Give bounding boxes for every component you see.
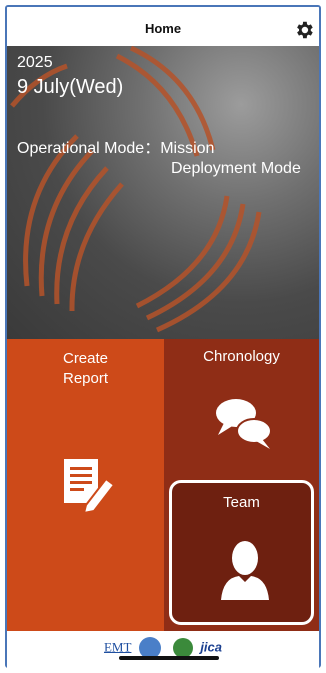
- gear-icon[interactable]: [293, 19, 315, 41]
- year-text: 2025: [17, 54, 53, 71]
- home-indicator: [119, 656, 219, 660]
- globe-logo-icon: [172, 638, 193, 658]
- date-text: 9 July(Wed): [17, 76, 124, 98]
- page-title: Home: [144, 21, 182, 36]
- create-report-label-2: Report: [62, 370, 109, 387]
- team-tile[interactable]: Team: [164, 475, 319, 631]
- create-report-label-1: Create: [62, 350, 109, 367]
- person-icon: [221, 541, 269, 600]
- chronology-tile[interactable]: Chronology: [164, 339, 319, 475]
- chronology-label: Chronology: [203, 348, 280, 365]
- report-edit-icon: [64, 459, 116, 513]
- emt-logo: EMT: [103, 639, 132, 655]
- operational-mode-label: Operational Mode：Mission: [17, 140, 215, 157]
- create-report-tile[interactable]: Create Report: [7, 339, 164, 631]
- jica-logo: jica: [200, 639, 222, 655]
- hero-banner: 2025 9 July(Wed) Operational Mode：Missio…: [7, 46, 319, 339]
- team-label: Team: [223, 494, 260, 511]
- footer-logos: EMT jica: [7, 631, 319, 668]
- team-tile-highlight[interactable]: Team: [169, 480, 314, 625]
- operational-mode-value: Deployment Mode: [171, 160, 301, 177]
- chat-bubbles-icon: [216, 399, 272, 449]
